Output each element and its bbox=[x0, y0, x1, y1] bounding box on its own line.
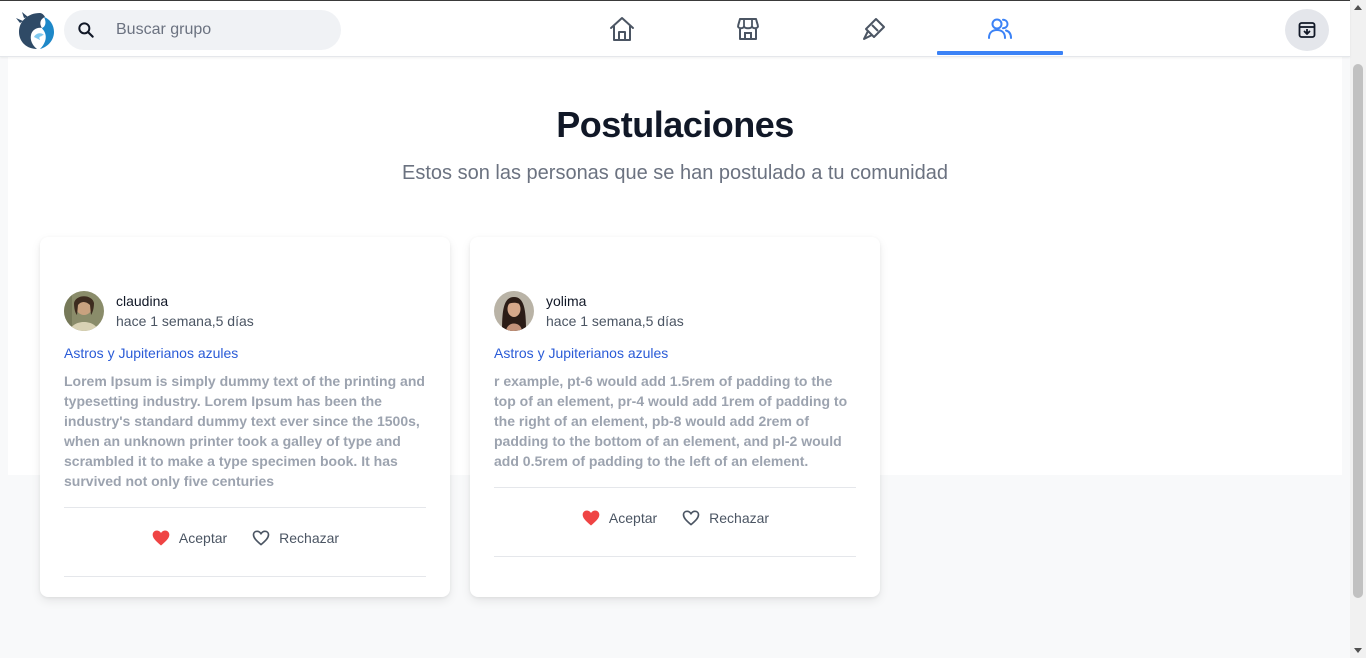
scroll-down-icon[interactable] bbox=[1354, 648, 1362, 654]
tab-home[interactable] bbox=[559, 1, 685, 56]
application-card: claudina hace 1 semana,5 días Astros y J… bbox=[40, 237, 450, 597]
author-name[interactable]: claudina bbox=[116, 291, 254, 311]
accept-button[interactable]: Aceptar bbox=[151, 528, 227, 548]
heart-filled-icon bbox=[152, 530, 170, 546]
home-icon bbox=[610, 16, 634, 41]
search-bar[interactable] bbox=[64, 10, 341, 50]
accept-label: Aceptar bbox=[608, 510, 658, 526]
archive-icon bbox=[1298, 22, 1316, 38]
reject-label: Rechazar bbox=[709, 510, 770, 526]
top-navbar bbox=[0, 0, 1350, 57]
tab-paint[interactable] bbox=[811, 1, 937, 56]
reject-button[interactable]: Rechazar bbox=[681, 508, 769, 528]
dragon-logo-icon bbox=[16, 12, 54, 49]
card-author: yolima hace 1 semana,5 días bbox=[494, 291, 856, 331]
application-text: r example, pt-6 would add 1.5rem of padd… bbox=[494, 373, 848, 469]
card-actions: Aceptar Rechazar bbox=[64, 508, 426, 568]
user-photo bbox=[494, 291, 534, 331]
reject-label: Rechazar bbox=[279, 530, 340, 546]
tab-store[interactable] bbox=[685, 1, 811, 56]
heart-outline-icon bbox=[252, 530, 270, 546]
search-input[interactable] bbox=[116, 21, 316, 39]
tab-groups[interactable] bbox=[937, 1, 1063, 56]
accept-label: Aceptar bbox=[178, 530, 228, 546]
avatar[interactable] bbox=[494, 291, 534, 331]
search-icon bbox=[78, 22, 94, 38]
group-link[interactable]: Astros y Jupiterianos azules bbox=[494, 343, 856, 363]
author-name[interactable]: yolima bbox=[546, 291, 684, 311]
reject-button[interactable]: Rechazar bbox=[251, 528, 339, 548]
paint-icon bbox=[863, 17, 885, 40]
app-logo[interactable] bbox=[14, 9, 58, 51]
post-time: hace 1 semana,5 días bbox=[116, 313, 254, 329]
avatar[interactable] bbox=[64, 291, 104, 331]
user-photo bbox=[64, 291, 104, 331]
heart-filled-icon bbox=[582, 510, 600, 526]
application-text: Lorem Ipsum is simply dummy text of the … bbox=[64, 373, 425, 489]
users-icon bbox=[988, 18, 1012, 39]
card-actions: Aceptar Rechazar bbox=[494, 488, 856, 548]
application-card: yolima hace 1 semana,5 días Astros y Jup… bbox=[470, 237, 880, 597]
accept-button[interactable]: Aceptar bbox=[581, 508, 657, 528]
post-time: hace 1 semana,5 días bbox=[546, 313, 684, 329]
store-icon bbox=[737, 17, 759, 40]
divider bbox=[494, 556, 856, 557]
archive-button[interactable] bbox=[1285, 9, 1329, 51]
card-author: claudina hace 1 semana,5 días bbox=[64, 291, 426, 331]
heart-outline-icon bbox=[682, 510, 700, 526]
page-subtitle: Estos son las personas que se han postul… bbox=[402, 162, 948, 184]
divider bbox=[64, 576, 426, 577]
scroll-up-icon[interactable] bbox=[1354, 4, 1362, 10]
page-scrollbar[interactable] bbox=[1350, 0, 1366, 658]
scroll-thumb[interactable] bbox=[1353, 64, 1363, 598]
page-title: Postulaciones bbox=[556, 104, 794, 145]
group-link[interactable]: Astros y Jupiterianos azules bbox=[64, 343, 426, 363]
